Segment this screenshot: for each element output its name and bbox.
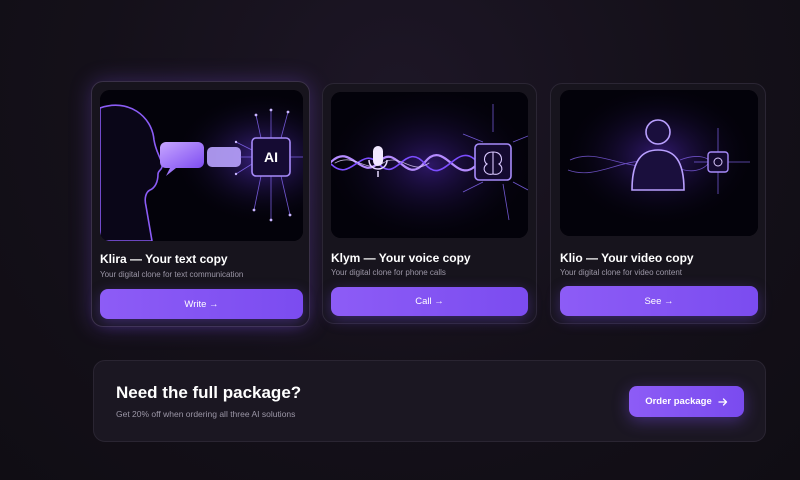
- call-button[interactable]: Call →: [331, 287, 528, 316]
- order-package-label: Order package: [645, 396, 712, 407]
- text-ai-illustration: AI: [100, 90, 303, 241]
- chat-bubble-icon: [160, 142, 204, 168]
- see-button[interactable]: See →: [560, 286, 758, 316]
- write-button[interactable]: Write →: [100, 289, 303, 319]
- card-klira: AI Klira — Your text copy Your digital c…: [91, 81, 310, 327]
- card-subtitle: Your digital clone for phone calls: [331, 268, 446, 277]
- video-ai-illustration: [560, 90, 758, 236]
- card-subtitle: Your digital clone for video content: [560, 268, 683, 277]
- klio-illustration: [560, 90, 758, 236]
- card-title: Klira — Your text copy: [100, 252, 228, 266]
- svg-text:AI: AI: [264, 149, 278, 165]
- card-title: Klio — Your video copy: [560, 251, 694, 265]
- order-package-button[interactable]: Order package: [629, 386, 744, 417]
- card-klym: Klym — Your voice copy Your digital clon…: [322, 83, 537, 324]
- banner-title: Need the full package?: [116, 383, 302, 402]
- chip-icon: [707, 151, 729, 173]
- card-klio: Klio — Your video copy Your digital clon…: [550, 83, 766, 324]
- banner-subtitle: Get 20% off when ordering all three AI s…: [116, 409, 296, 419]
- card-subtitle: Your digital clone for text communicatio…: [100, 270, 244, 279]
- package-banner: Need the full package? Get 20% off when …: [93, 360, 766, 442]
- klym-illustration: [331, 92, 528, 238]
- voice-ai-illustration: [331, 92, 528, 238]
- chat-bubble-small-icon: [207, 147, 241, 167]
- klira-illustration: AI: [100, 90, 303, 241]
- arrow-right-icon: [718, 397, 727, 406]
- card-title: Klym — Your voice copy: [331, 251, 471, 265]
